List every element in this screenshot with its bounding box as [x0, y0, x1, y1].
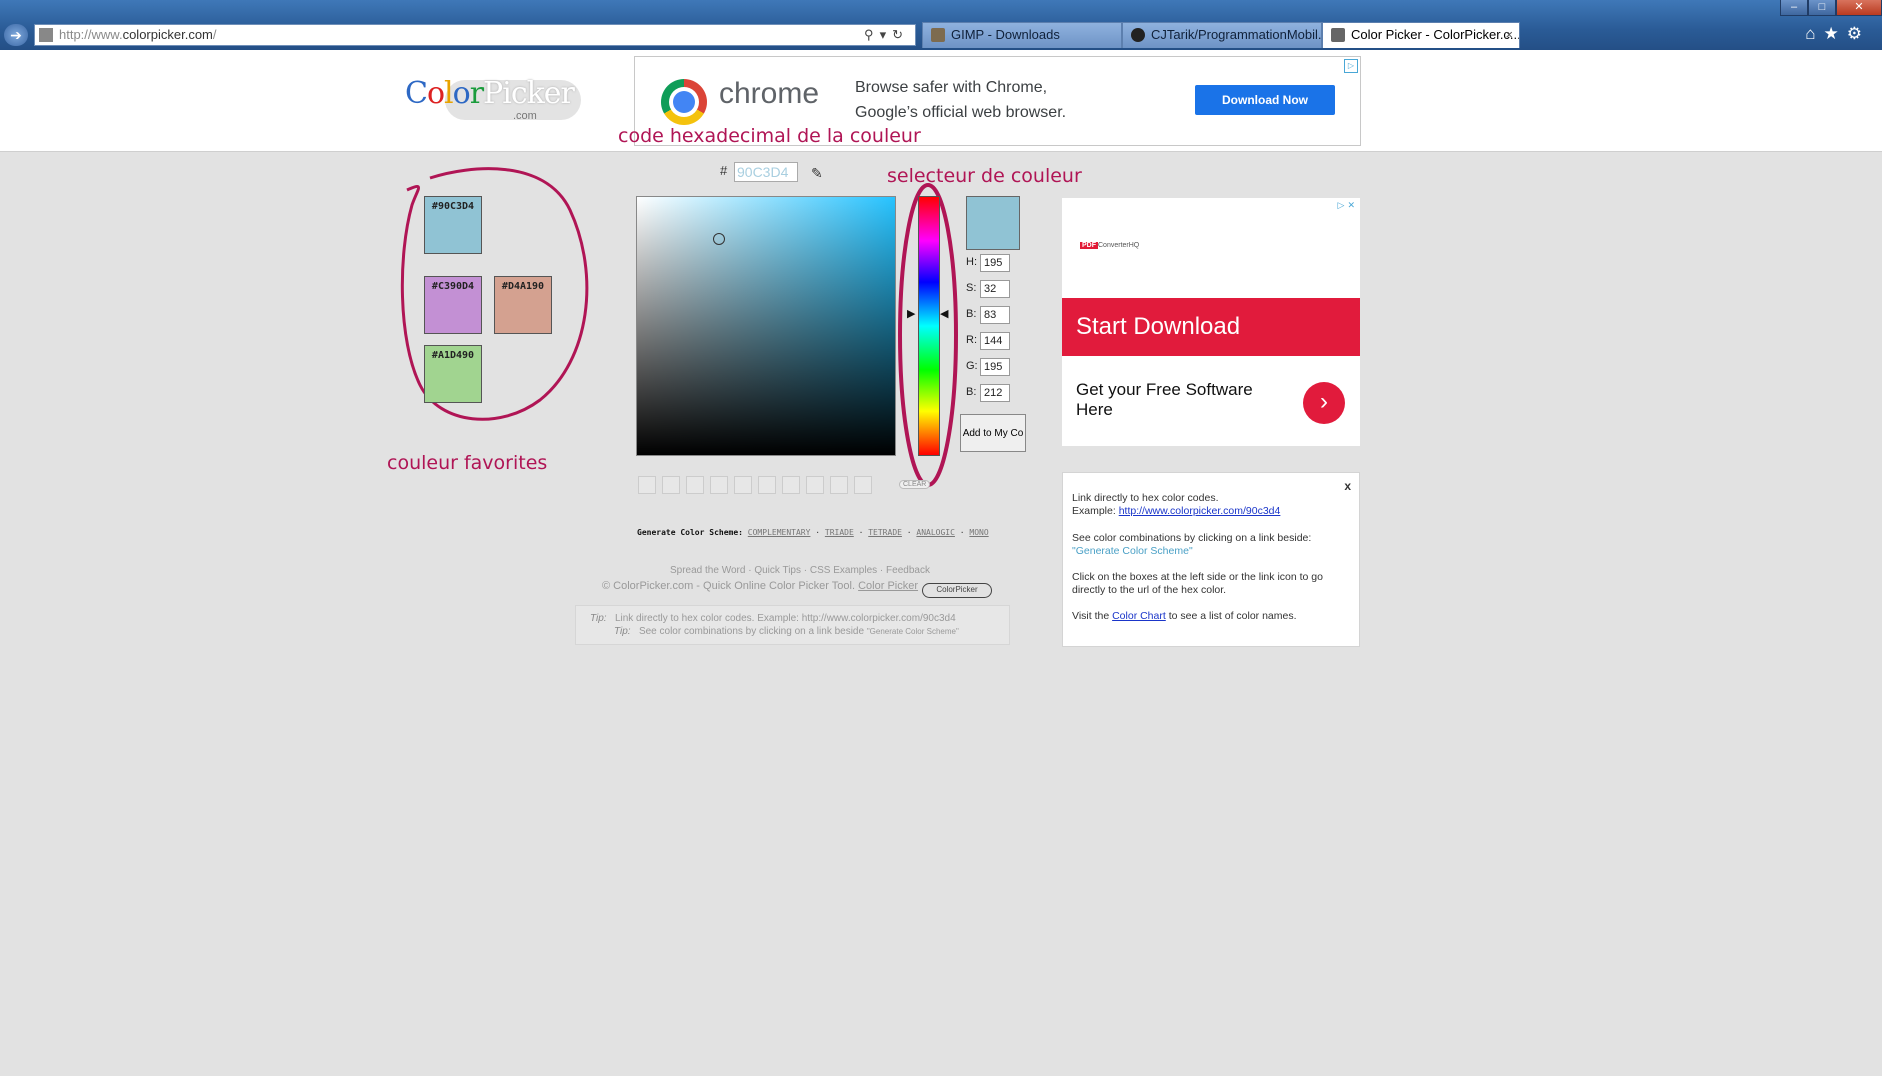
- color-scheme-links: Generate Color Scheme: COMPLEMENTARY · T…: [637, 528, 989, 537]
- close-info-icon[interactable]: x: [1344, 479, 1351, 493]
- favorite-swatch[interactable]: #C390D4: [424, 276, 482, 334]
- start-download-ad[interactable]: ▷✕ PDF ConverterHQ Start Download Get you…: [1062, 198, 1360, 446]
- tip-label: Tip:: [590, 613, 607, 624]
- tip-small: "Generate Color Scheme": [866, 627, 959, 636]
- copyright: © ColorPicker.com - Quick Online Color P…: [602, 580, 918, 592]
- footer-link[interactable]: Feedback: [886, 565, 930, 576]
- brightness-label: B:: [966, 308, 977, 320]
- brightness-field[interactable]: 83: [980, 306, 1010, 324]
- ad-subtitle: Get your Free Software Here: [1076, 380, 1253, 419]
- recent-color-slot[interactable]: [710, 476, 728, 494]
- tip-text: See color combinations by clicking on a …: [638, 626, 865, 637]
- recent-color-slot[interactable]: [758, 476, 776, 494]
- favorite-swatch[interactable]: #A1D490: [424, 345, 482, 403]
- hue-pointer-left-icon[interactable]: ▶: [907, 307, 915, 320]
- color-picker-link[interactable]: Color Picker: [858, 580, 918, 592]
- red-label: R:: [966, 334, 977, 346]
- recent-color-slot[interactable]: [782, 476, 800, 494]
- annotation-circles: [400, 167, 958, 487]
- hue-slider[interactable]: [918, 196, 940, 456]
- info-box: x Link directly to hex color codes. Exam…: [1062, 472, 1360, 647]
- recent-color-slot[interactable]: [830, 476, 848, 494]
- link-icon[interactable]: ✎: [811, 165, 827, 181]
- clear-button[interactable]: CLEAR: [899, 480, 931, 489]
- swatch-label: #90C3D4: [431, 201, 475, 212]
- recent-color-slot[interactable]: [854, 476, 872, 494]
- colorpicker-badge[interactable]: ColorPicker: [922, 583, 992, 598]
- tip-label: Tip:: [614, 626, 631, 637]
- picker-cursor[interactable]: [713, 233, 725, 245]
- saturation-label: S:: [966, 282, 977, 294]
- hue-label: H:: [966, 256, 977, 268]
- recent-color-slot[interactable]: [638, 476, 656, 494]
- swatch-label: #A1D490: [431, 350, 475, 361]
- blue-field[interactable]: 212: [980, 384, 1010, 402]
- swatch-label: #D4A190: [501, 281, 545, 292]
- hue-field[interactable]: 195: [980, 254, 1010, 272]
- tip-text: Link directly to hex color codes. Exampl…: [614, 613, 956, 624]
- favorite-swatch[interactable]: #D4A190: [494, 276, 552, 334]
- copyright-text: © ColorPicker.com - Quick Online Color P…: [602, 580, 856, 592]
- info-text: Visit the: [1072, 610, 1110, 622]
- info-line: Link directly to hex color codes.: [1072, 492, 1219, 504]
- link-tetrade[interactable]: TETRADE: [868, 528, 902, 537]
- recent-colors: [638, 476, 872, 494]
- footer-link[interactable]: CSS Examples: [810, 565, 877, 576]
- swatch-label: #C390D4: [431, 281, 475, 292]
- hue-pointer-right-icon[interactable]: ◀: [940, 307, 948, 320]
- recent-color-slot[interactable]: [734, 476, 752, 494]
- sponsor-tag: PDF: [1080, 242, 1098, 249]
- footer-link[interactable]: Quick Tips: [754, 565, 801, 576]
- saturation-brightness-square[interactable]: [636, 196, 896, 456]
- favorite-swatch[interactable]: #90C3D4: [424, 196, 482, 254]
- info-line: See color combinations by clicking on a …: [1072, 532, 1312, 544]
- info-line: directly to the url of the hex color.: [1072, 584, 1227, 596]
- recent-color-slot[interactable]: [806, 476, 824, 494]
- scheme-label: Generate Color Scheme:: [637, 528, 743, 537]
- sponsor-name: ConverterHQ: [1098, 242, 1140, 249]
- link-triade[interactable]: TRIADE: [825, 528, 854, 537]
- generate-scheme-highlight: "Generate Color Scheme": [1072, 545, 1193, 557]
- link-analogic[interactable]: ANALOGIC: [916, 528, 955, 537]
- add-to-favorites-button[interactable]: Add to My Co: [960, 414, 1026, 452]
- hex-input[interactable]: 90C3D4: [734, 162, 798, 182]
- chevron-right-icon[interactable]: ›: [1303, 382, 1345, 424]
- footer-links: Spread the Word · Quick Tips · CSS Examp…: [670, 565, 930, 576]
- link-complementary[interactable]: COMPLEMENTARY: [748, 528, 811, 537]
- hash-label: #: [720, 163, 728, 178]
- blue-label: B:: [966, 386, 977, 398]
- color-chart-link[interactable]: Color Chart: [1112, 610, 1166, 622]
- color-preview: [966, 196, 1020, 250]
- info-text: to see a list of color names.: [1168, 610, 1297, 622]
- example-link[interactable]: http://www.colorpicker.com/90c3d4: [1119, 505, 1281, 517]
- saturation-field[interactable]: 32: [980, 280, 1010, 298]
- recent-color-slot[interactable]: [662, 476, 680, 494]
- info-line: Click on the boxes at the left side or t…: [1072, 571, 1323, 583]
- start-download-button[interactable]: Start Download: [1062, 298, 1360, 356]
- green-field[interactable]: 195: [980, 358, 1010, 376]
- link-mono[interactable]: MONO: [969, 528, 988, 537]
- adchoices-icon[interactable]: ▷✕: [1338, 200, 1358, 211]
- footer-link[interactable]: Spread the Word: [670, 565, 745, 576]
- red-field[interactable]: 144: [980, 332, 1010, 350]
- tips-box: Tip: Link directly to hex color codes. E…: [575, 605, 1010, 645]
- info-text: Example:: [1072, 505, 1116, 517]
- ad-sponsor: PDF ConverterHQ: [1080, 242, 1139, 249]
- green-label: G:: [966, 360, 978, 372]
- recent-color-slot[interactable]: [686, 476, 704, 494]
